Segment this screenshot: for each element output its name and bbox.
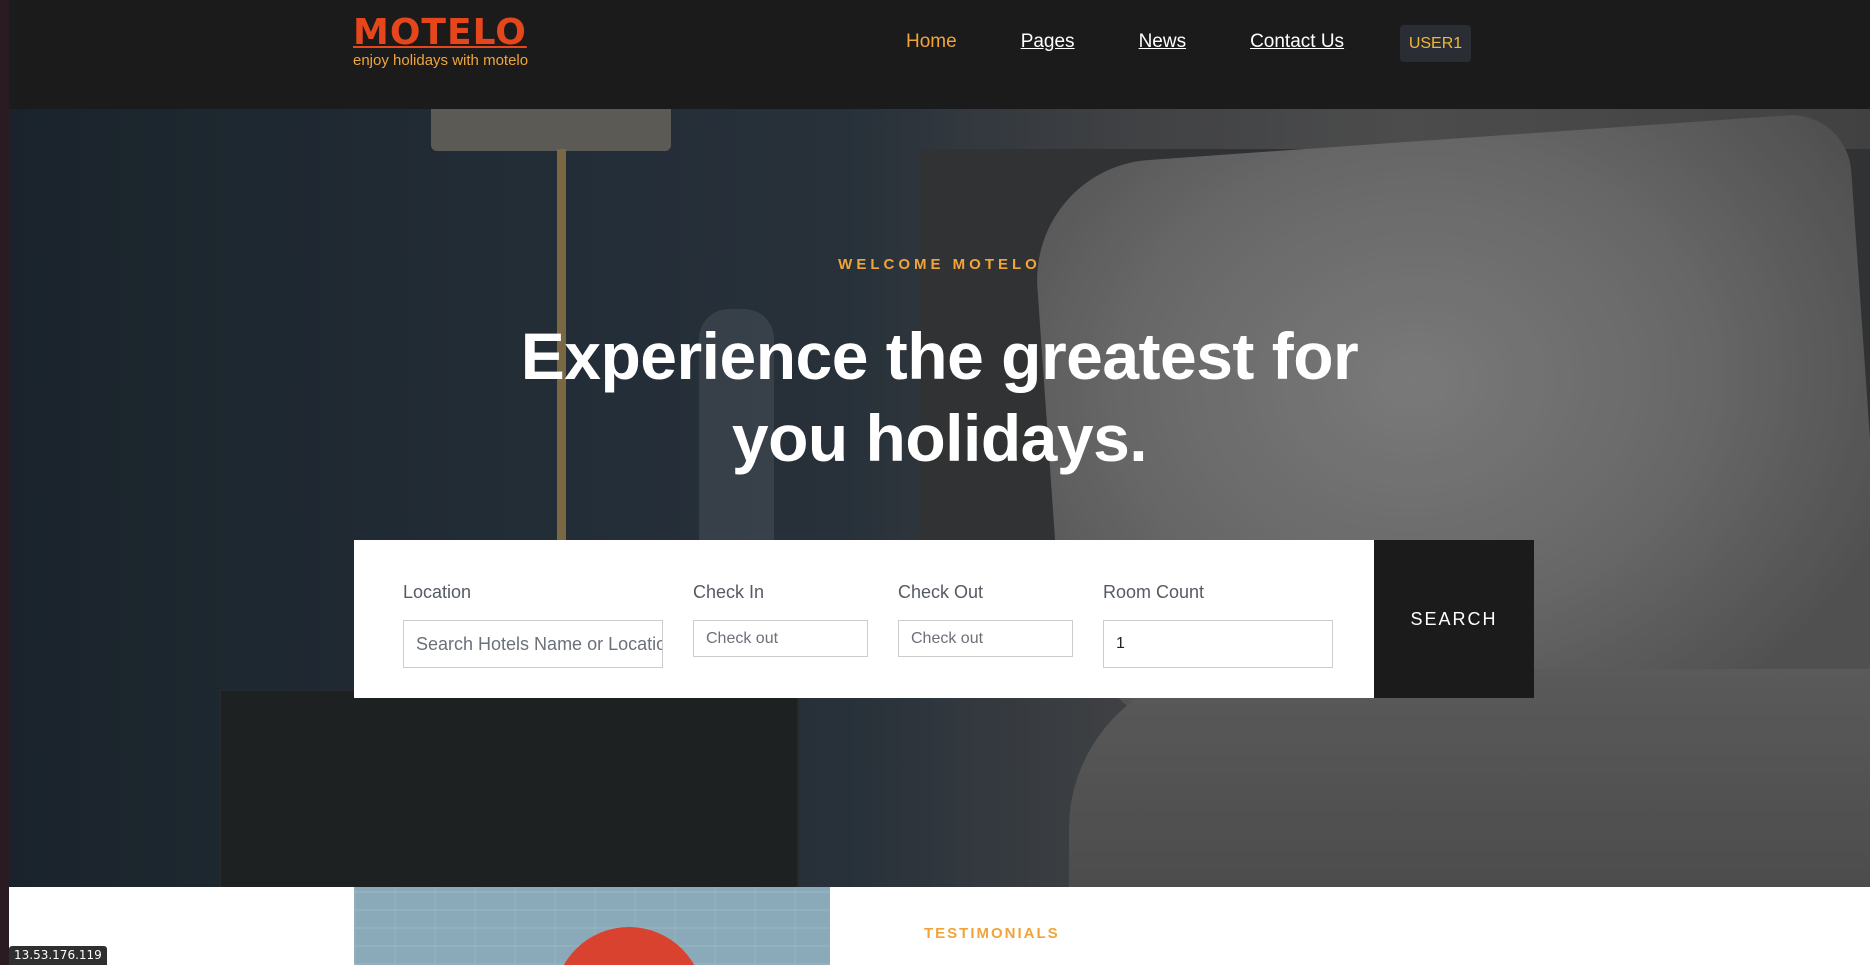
check-in-label: Check In	[693, 582, 765, 602]
user-menu-button[interactable]: USER1	[1400, 25, 1471, 62]
room-count-input[interactable]: 1	[1103, 620, 1333, 668]
nav-home[interactable]: Home	[906, 31, 957, 53]
logo-title[interactable]: MOTELO	[353, 13, 528, 53]
search-panel: Location Search Hotels Name or Location …	[354, 540, 1374, 698]
hero-section: WELCOME MOTELO Experience the greatest f…	[9, 109, 1870, 887]
nav-news[interactable]: News	[1139, 31, 1187, 53]
hero-headline-line2: you holidays.	[731, 401, 1148, 475]
check-out-input[interactable]: Check out	[898, 620, 1073, 657]
hero-eyebrow: WELCOME MOTELO	[838, 256, 1041, 273]
location-input[interactable]: Search Hotels Name or Location	[403, 620, 663, 668]
search-button[interactable]: SEARCH	[1374, 540, 1534, 698]
nav-pages[interactable]: Pages	[1021, 31, 1075, 53]
check-in-input[interactable]: Check out	[693, 620, 868, 657]
testimonial-photo	[354, 887, 830, 965]
testimonials-section: TESTIMONIALS	[9, 887, 1870, 965]
location-label: Location	[403, 582, 472, 602]
logo-tagline: enjoy holidays with motelo	[353, 52, 529, 69]
room-count-label: Room Count	[1103, 582, 1205, 602]
hero-headline-line1: Experience the greatest for	[520, 319, 1359, 393]
check-out-label: Check Out	[898, 582, 984, 602]
page: MOTELO enjoy holidays with motelo Home P…	[9, 0, 1870, 965]
logo[interactable]: MOTELO enjoy holidays with motelo	[353, 13, 529, 70]
nav-contact-us[interactable]: Contact Us	[1250, 31, 1344, 53]
testimonials-label: TESTIMONIALS	[924, 925, 1060, 942]
hero-headline: Experience the greatest for you holidays…	[9, 315, 1870, 479]
site-header: MOTELO enjoy holidays with motelo Home P…	[9, 0, 1870, 109]
hero-overlay	[9, 109, 1870, 887]
main-nav: Home Pages News Contact Us	[906, 31, 1408, 53]
ip-address-badge: 13.53.176.119	[9, 946, 107, 965]
